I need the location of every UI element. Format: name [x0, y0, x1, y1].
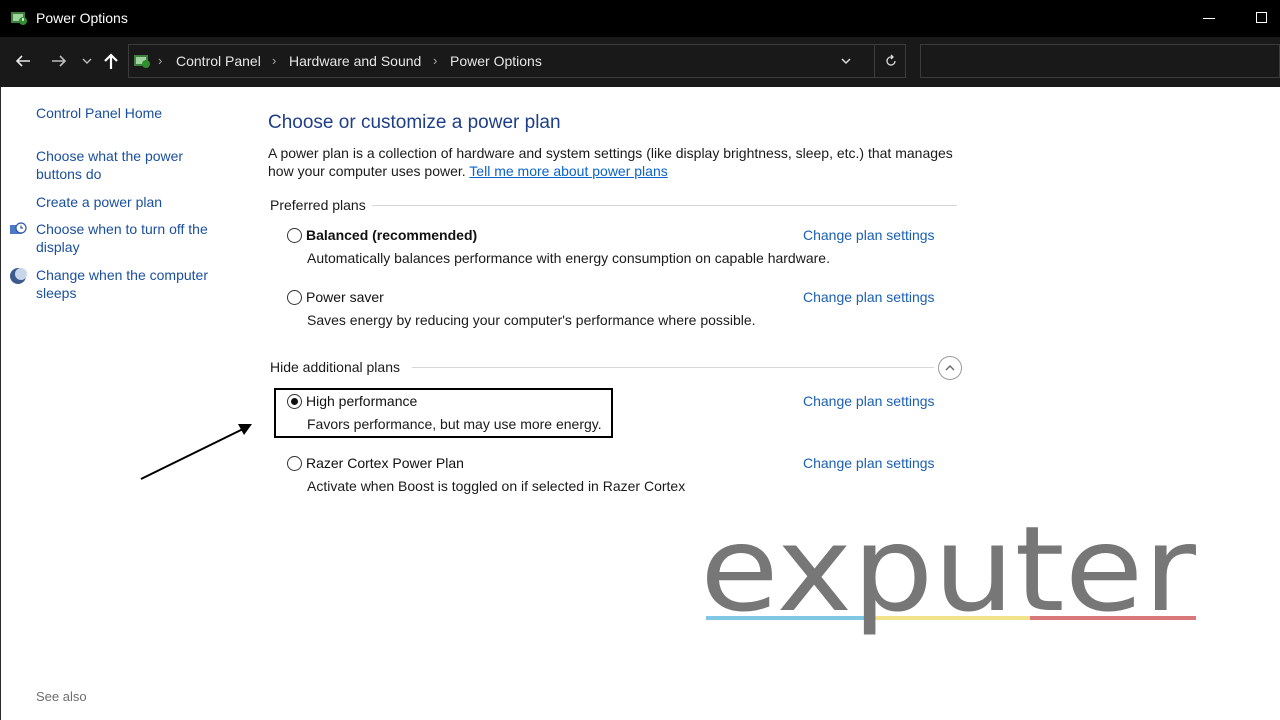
breadcrumb-separator: ›: [158, 53, 163, 68]
plan-name-razer-cortex[interactable]: Razer Cortex Power Plan: [306, 455, 464, 471]
title-bar: Power Options: [0, 0, 1280, 37]
chevron-down-icon: [841, 58, 851, 65]
up-button[interactable]: [100, 50, 122, 72]
breadcrumb-separator: ›: [433, 53, 438, 68]
sidebar-item-computer-sleeps[interactable]: Change when the computer sleeps: [36, 266, 226, 302]
change-plan-settings-link-high-performance[interactable]: Change plan settings: [803, 393, 935, 409]
plan-radio-balanced[interactable]: [287, 228, 302, 243]
exputer-watermark-logo: exputer: [700, 520, 1197, 638]
annotation-highlight-box: [274, 388, 613, 438]
sidebar-item-power-buttons[interactable]: Choose what the power buttons do: [36, 147, 216, 183]
recent-locations-button[interactable]: [80, 50, 94, 72]
power-options-icon: [134, 55, 150, 68]
refresh-button[interactable]: [874, 45, 906, 77]
hide-additional-plans-heading[interactable]: Hide additional plans: [270, 359, 400, 375]
refresh-icon: [885, 54, 896, 66]
plan-name-power-saver[interactable]: Power saver: [306, 289, 384, 305]
change-plan-settings-link-power-saver[interactable]: Change plan settings: [803, 289, 935, 305]
plan-radio-razer-cortex[interactable]: [287, 456, 302, 471]
address-dropdown-button[interactable]: [839, 52, 853, 73]
plan-description-balanced: Automatically balances performance with …: [307, 250, 830, 266]
change-plan-settings-link-razer-cortex[interactable]: Change plan settings: [803, 455, 935, 471]
preferred-plans-heading: Preferred plans: [270, 197, 366, 213]
see-also-heading: See also: [36, 689, 87, 704]
collapse-button[interactable]: [938, 356, 962, 380]
plan-description-power-saver: Saves energy by reducing your computer's…: [307, 312, 756, 328]
forward-button[interactable]: [48, 50, 70, 72]
search-input[interactable]: [920, 44, 1280, 78]
change-plan-settings-link-balanced[interactable]: Change plan settings: [803, 227, 935, 243]
breadcrumb-hardware-and-sound[interactable]: Hardware and Sound: [289, 53, 421, 69]
svg-text:exputer: exputer: [700, 520, 1197, 638]
navigation-bar: › Control Panel › Hardware and Sound › P…: [0, 37, 1280, 87]
chevron-down-icon: [82, 58, 92, 64]
window-border: [0, 87, 1, 720]
divider: [412, 367, 934, 368]
back-button[interactable]: [12, 50, 34, 72]
breadcrumb-power-options[interactable]: Power Options: [450, 53, 542, 69]
page-title: Choose or customize a power plan: [268, 112, 561, 133]
breadcrumb-control-panel[interactable]: Control Panel: [176, 53, 261, 69]
minimize-button[interactable]: [1186, 0, 1232, 37]
sidebar-item-turn-off-display[interactable]: Choose when to turn off the display: [36, 220, 226, 256]
moon-sleep-icon: [10, 268, 27, 284]
plan-name-balanced[interactable]: Balanced (recommended): [306, 227, 477, 243]
plan-description-razer-cortex: Activate when Boost is toggled on if sel…: [307, 478, 686, 494]
power-options-icon: [11, 12, 27, 25]
maximize-button[interactable]: [1238, 0, 1280, 37]
sidebar-item-control-panel-home[interactable]: Control Panel Home: [36, 104, 226, 122]
plan-radio-power-saver[interactable]: [287, 290, 302, 305]
arrow-left-icon: [15, 55, 30, 67]
display-clock-icon: [10, 222, 27, 234]
window-title: Power Options: [36, 10, 128, 26]
arrow-up-icon: [104, 53, 118, 69]
divider: [372, 205, 957, 206]
address-bar[interactable]: › Control Panel › Hardware and Sound › P…: [128, 44, 906, 78]
minimize-icon: [1203, 18, 1215, 19]
maximize-icon: [1256, 12, 1267, 23]
breadcrumb-separator: ›: [272, 53, 277, 68]
page-description: A power plan is a collection of hardware…: [268, 144, 968, 180]
arrow-right-icon: [52, 55, 67, 67]
sidebar-item-create-power-plan[interactable]: Create a power plan: [36, 193, 226, 211]
learn-more-link[interactable]: Tell me more about power plans: [469, 163, 667, 179]
chevron-up-circle-icon: [945, 365, 955, 371]
